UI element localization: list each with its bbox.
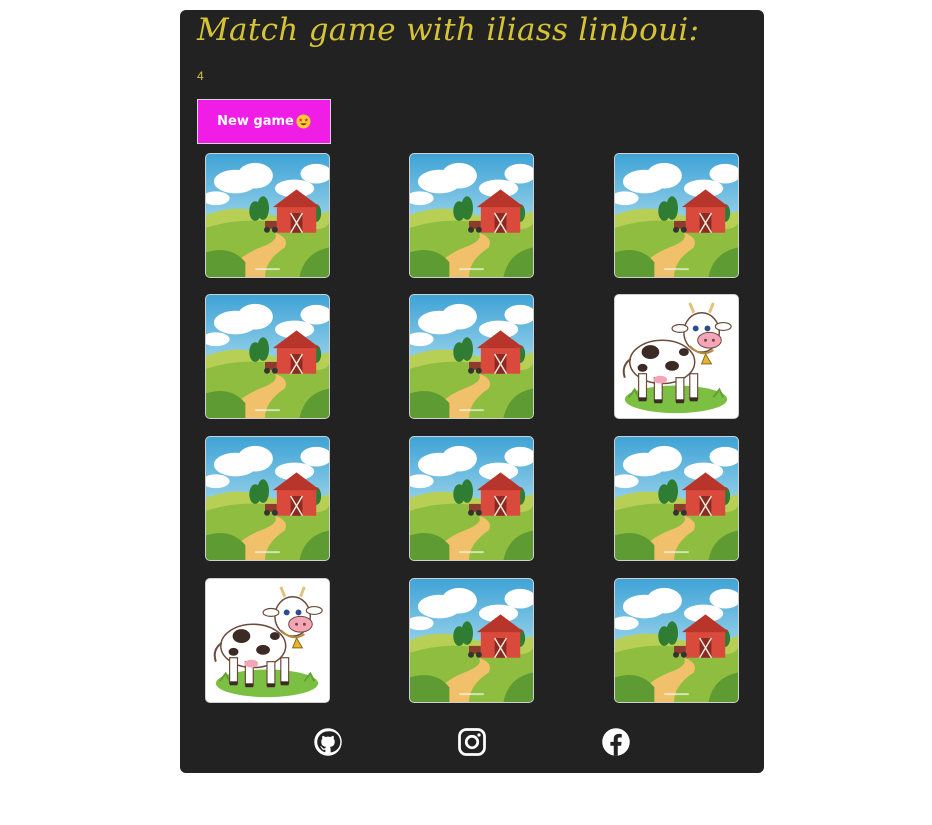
memory-card[interactable] — [614, 436, 739, 561]
memory-card[interactable] — [614, 578, 739, 703]
instagram-icon — [458, 728, 486, 756]
memory-card[interactable] — [409, 153, 534, 278]
github-icon — [314, 728, 342, 756]
github-link[interactable] — [313, 727, 343, 757]
memory-card[interactable] — [409, 436, 534, 561]
farm-barn-landscape-image — [410, 579, 533, 702]
farm-barn-landscape-image — [615, 437, 738, 560]
farm-barn-landscape-image — [206, 295, 329, 418]
farm-barn-landscape-image — [206, 154, 329, 277]
farm-barn-landscape-image — [615, 579, 738, 702]
memory-card[interactable] — [409, 294, 534, 419]
memory-card[interactable] — [205, 153, 330, 278]
page-title: Match game with iliass linboui: — [197, 12, 700, 48]
memory-card-revealed[interactable] — [205, 578, 330, 703]
facebook-link[interactable] — [601, 727, 631, 757]
cow-image — [206, 579, 329, 702]
farm-barn-landscape-image — [615, 154, 738, 277]
farm-barn-landscape-image — [206, 437, 329, 560]
memory-card[interactable] — [205, 294, 330, 419]
farm-barn-landscape-image — [410, 295, 533, 418]
instagram-link[interactable] — [457, 727, 487, 757]
memory-card[interactable] — [614, 153, 739, 278]
memory-card[interactable] — [409, 578, 534, 703]
memory-card[interactable] — [205, 436, 330, 561]
facebook-icon — [602, 728, 630, 756]
cow-image — [615, 295, 738, 418]
new-game-button[interactable]: New game — [197, 99, 331, 144]
farm-barn-landscape-image — [410, 437, 533, 560]
game-panel: Match game with iliass linboui: 4 New ga… — [180, 10, 764, 773]
new-game-label: New game — [217, 114, 294, 129]
star-struck-emoji-icon — [296, 114, 311, 129]
score-counter: 4 — [197, 69, 204, 83]
memory-card-revealed[interactable] — [614, 294, 739, 419]
farm-barn-landscape-image — [410, 154, 533, 277]
